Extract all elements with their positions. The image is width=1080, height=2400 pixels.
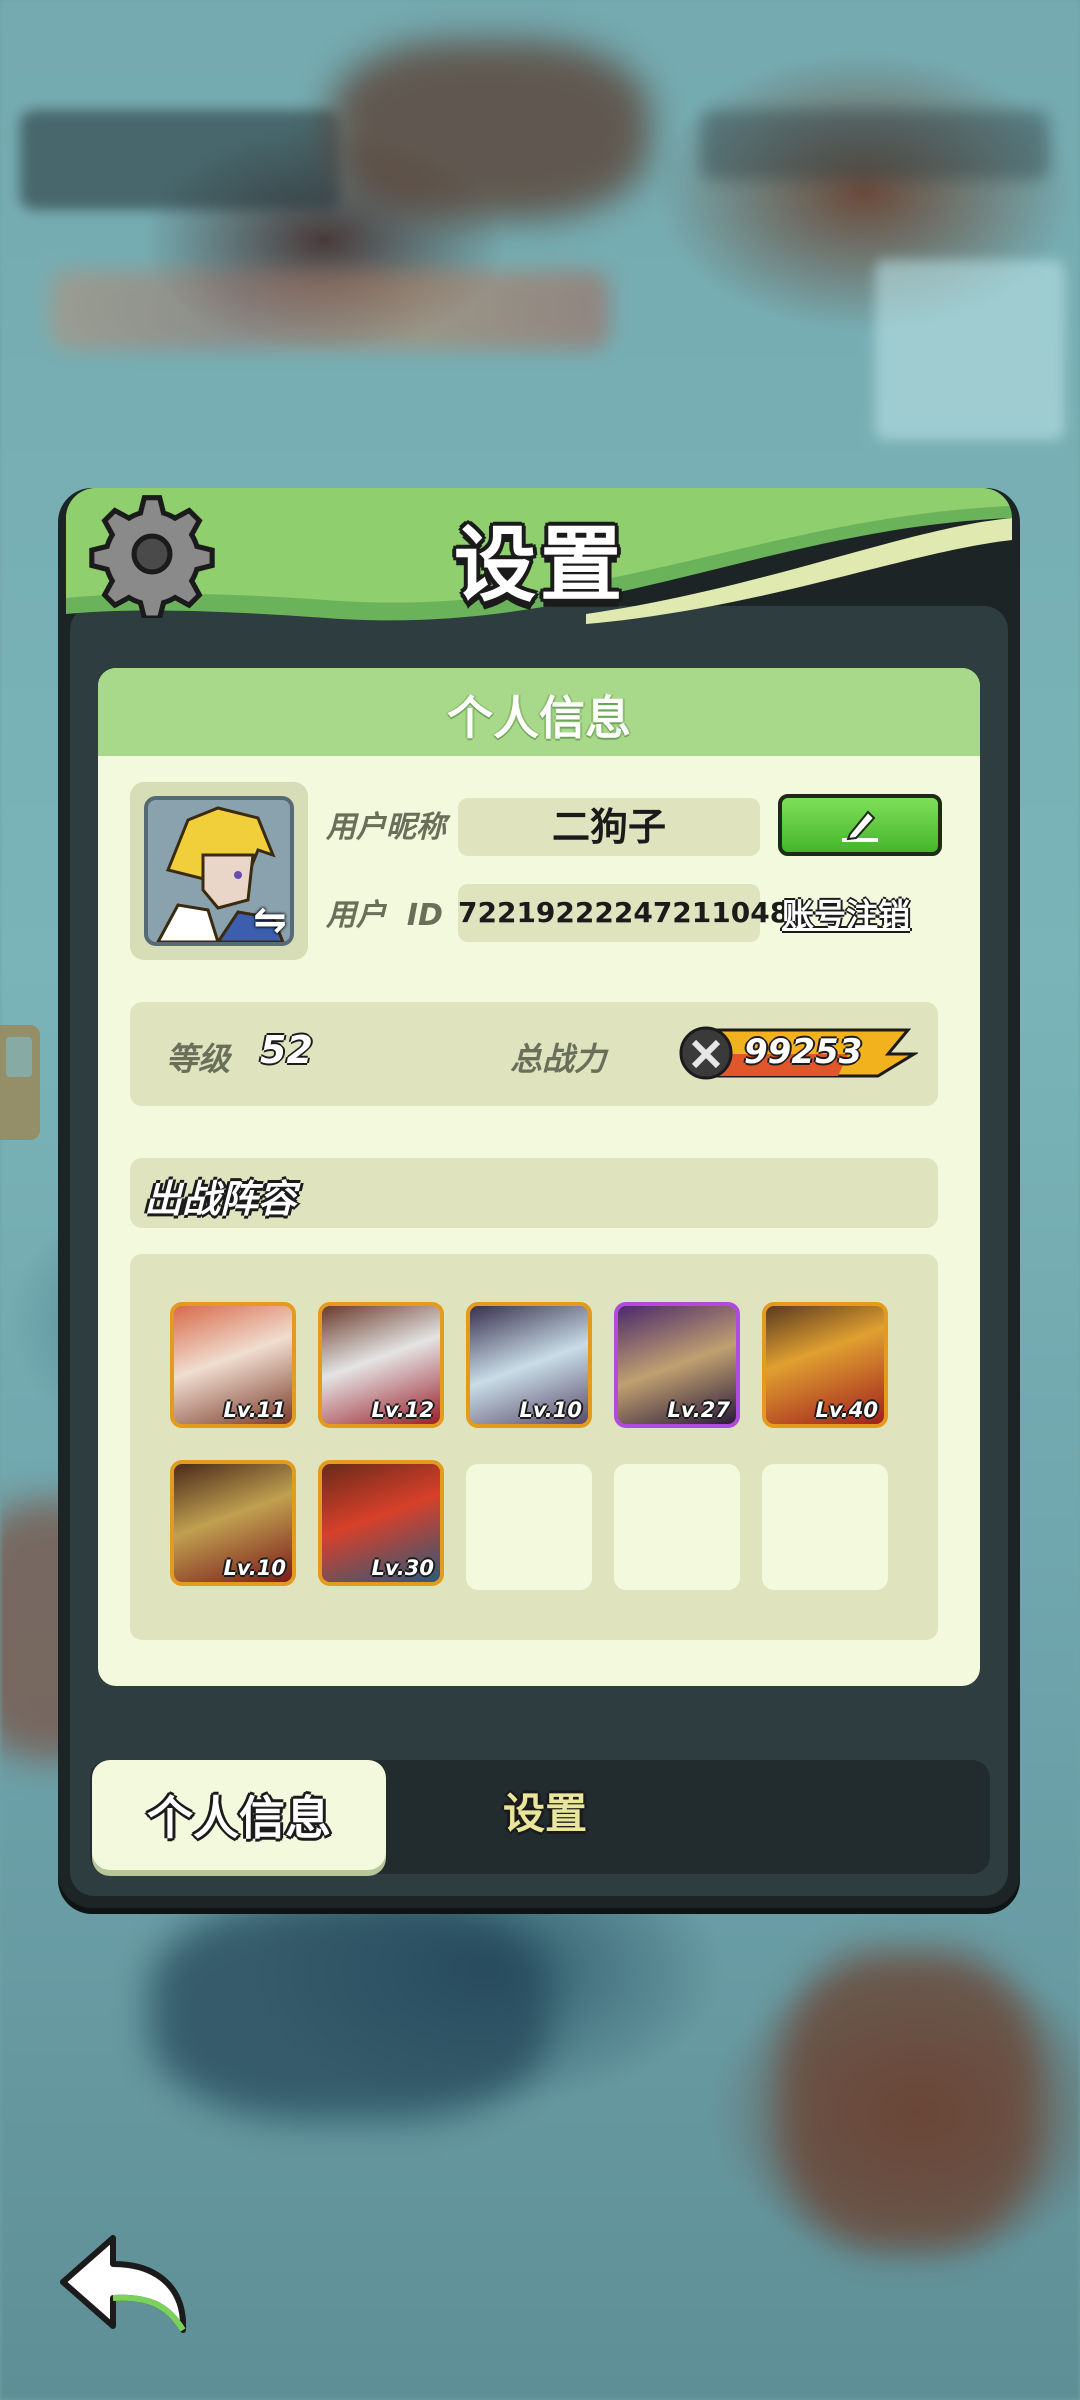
hero-level: Lv.12	[371, 1398, 434, 1422]
tab-settings-label: 设置	[502, 1789, 587, 1838]
level-value: 52	[260, 1028, 313, 1072]
hero-slot[interactable]: Lv.10	[170, 1460, 296, 1586]
page-title: 设置	[453, 518, 626, 613]
hero-level: Lv.10	[223, 1556, 286, 1580]
power-badge: 99253	[678, 1024, 918, 1082]
hero-slot[interactable]: Lv.30	[318, 1460, 444, 1586]
hero-level: Lv.11	[223, 1398, 286, 1422]
side-menu-tab[interactable]	[0, 1025, 40, 1140]
back-arrow-icon	[60, 2235, 187, 2333]
power-value: 99253	[744, 1032, 863, 1072]
blurred-player-hud	[20, 110, 340, 210]
lineup-title: 出战阵容	[144, 1177, 297, 1221]
blurred-hero-row	[50, 270, 610, 350]
nickname-field: 二狗子	[458, 798, 760, 856]
profile-card: 个人信息 ⇋ 用户昵称 二狗子 用户 ID 72219222247211048 …	[98, 668, 980, 1686]
edit-nickname-button[interactable]	[778, 794, 942, 856]
hero-slot[interactable]: Lv.40	[762, 1302, 888, 1428]
swap-avatar-icon[interactable]: ⇋	[248, 898, 292, 942]
blurred-minimap	[875, 260, 1065, 440]
tab-settings[interactable]: 设置	[420, 1780, 670, 1860]
hero-slot[interactable]: Lv.27	[614, 1302, 740, 1428]
profile-card-header: 个人信息	[98, 668, 980, 756]
hero-level: Lv.30	[371, 1556, 434, 1580]
blurred-resource-bar	[700, 110, 1050, 180]
hero-slot[interactable]: Lv.12	[318, 1302, 444, 1428]
pencil-icon	[842, 810, 878, 842]
empty-hero-slot[interactable]	[614, 1464, 740, 1590]
nickname-label: 用户昵称	[326, 810, 446, 845]
user-id-field: 72219222247211048	[458, 884, 789, 942]
hero-level: Lv.40	[815, 1398, 878, 1422]
profile-section-title: 个人信息	[447, 691, 631, 745]
tab-profile[interactable]: 个人信息	[92, 1760, 386, 1870]
lineup-header: 出战阵容	[130, 1158, 938, 1228]
avatar-frame[interactable]: ⇋	[130, 782, 308, 960]
tab-bar: 个人信息 设置	[90, 1760, 990, 1874]
hero-level: Lv.27	[667, 1398, 730, 1422]
level-label: 等级	[166, 1040, 231, 1078]
hero-slot[interactable]: Lv.10	[466, 1302, 592, 1428]
empty-hero-slot[interactable]	[762, 1464, 888, 1590]
hero-slot[interactable]: Lv.11	[170, 1302, 296, 1428]
empty-hero-slot[interactable]	[466, 1464, 592, 1590]
power-label: 总战力	[510, 1040, 607, 1078]
hero-level: Lv.10	[519, 1398, 582, 1422]
back-button[interactable]	[55, 2230, 195, 2340]
lineup-grid: Lv.11 Lv.12 Lv.10 Lv.27 Lv.40 Lv.10 Lv.3…	[130, 1254, 938, 1640]
user-id-label: 用户 ID	[326, 898, 443, 933]
account-cancel-link[interactable]: 账号注销	[782, 890, 910, 936]
stats-row: 等级 52 总战力 99253	[130, 1002, 938, 1106]
tab-profile-label: 个人信息	[147, 1791, 331, 1845]
